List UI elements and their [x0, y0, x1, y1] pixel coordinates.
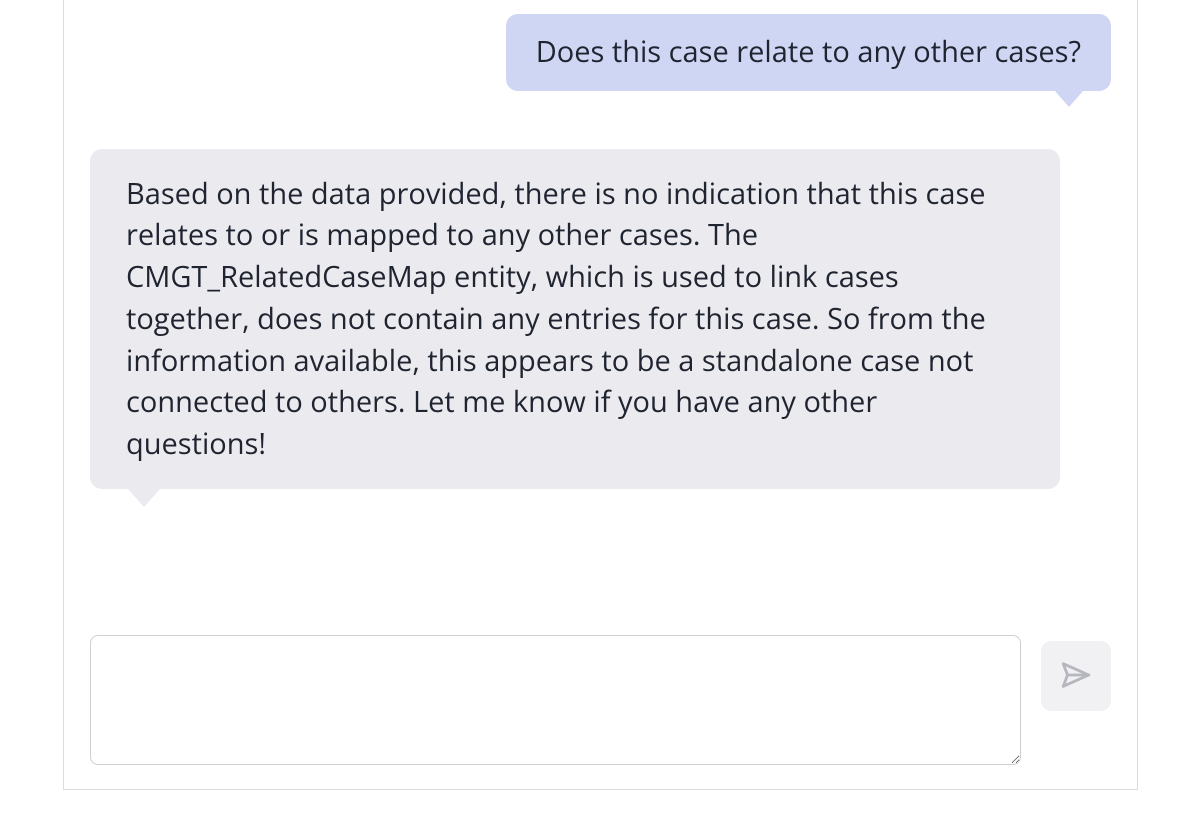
paper-plane-icon: [1059, 658, 1093, 695]
message-row-assistant: Based on the data provided, there is no …: [90, 149, 1111, 489]
message-input[interactable]: [90, 635, 1021, 765]
assistant-message-bubble: Based on the data provided, there is no …: [90, 149, 1060, 489]
composer: [90, 635, 1111, 765]
message-list: Does this case relate to any other cases…: [90, 14, 1111, 603]
send-button[interactable]: [1041, 641, 1111, 711]
message-row-user: Does this case relate to any other cases…: [90, 14, 1111, 91]
user-message-bubble: Does this case relate to any other cases…: [506, 14, 1111, 91]
chat-panel: Does this case relate to any other cases…: [63, 0, 1138, 790]
